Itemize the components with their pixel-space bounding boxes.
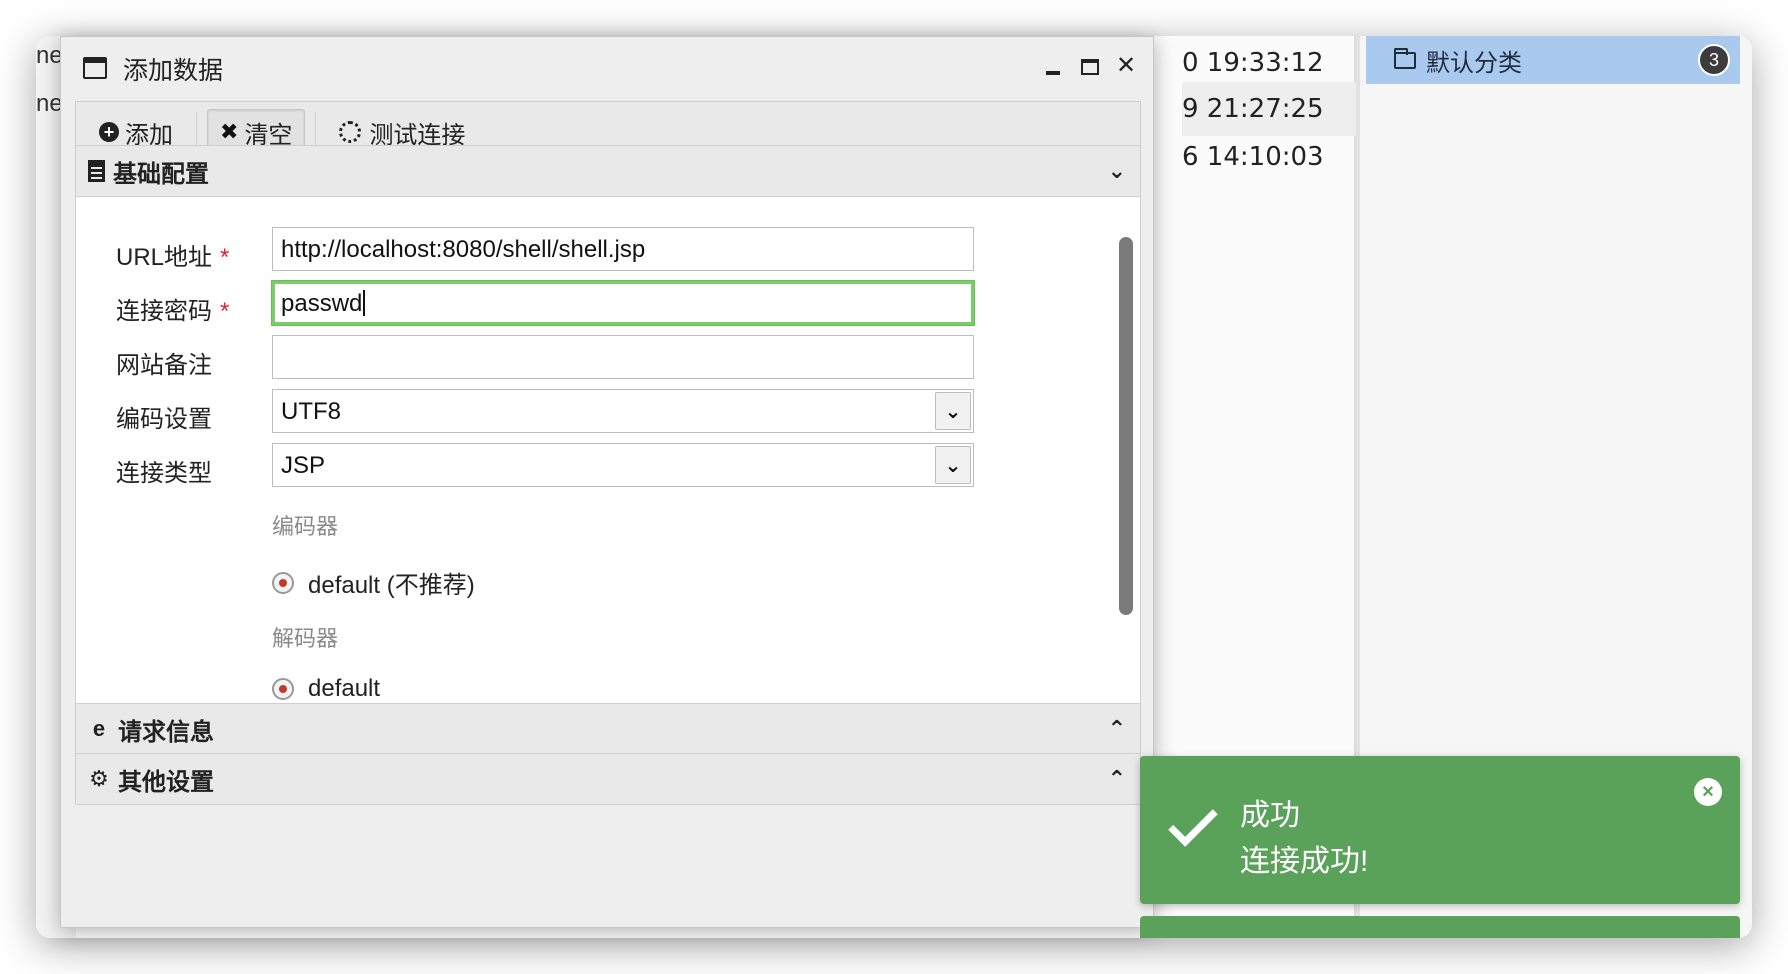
type-label: 连接类型 <box>116 460 212 487</box>
section-basic-label: 基础配置 <box>113 160 209 188</box>
encoder-option-default[interactable]: default (不推荐) <box>272 565 475 600</box>
close-icon: ✕ <box>1115 52 1137 79</box>
minimize-button[interactable] <box>1041 51 1067 81</box>
window-icon <box>83 57 107 79</box>
chevron-up-icon: ⌃ <box>1107 766 1126 791</box>
encoder-heading: 编码器 <box>272 514 339 539</box>
radio-selected-icon[interactable] <box>272 571 294 594</box>
basic-config-form: URL地址 * http://localhost:8080/shell/shell… <box>75 197 1141 703</box>
form-scrollbar[interactable] <box>1119 237 1133 615</box>
gears-icon: ⚙ <box>89 766 109 791</box>
note-label: 网站备注 <box>116 352 212 379</box>
note-row: 网站备注 <box>76 335 1076 381</box>
type-select[interactable]: JSP ⌄ <box>272 443 974 487</box>
spinner-icon <box>339 121 362 143</box>
checkmark-icon <box>1168 797 1218 847</box>
type-row: 连接类型 JSP ⌄ <box>76 443 1076 489</box>
close-icon[interactable]: × <box>1694 778 1722 806</box>
category-label: 默认分类 <box>1426 49 1522 77</box>
section-request-info[interactable]: e 请求信息 ⌃ <box>75 703 1141 755</box>
url-row: URL地址 * http://localhost:8080/shell/shell… <box>76 227 1076 273</box>
chevron-up-icon: ⌃ <box>1107 716 1126 741</box>
left-fragment-1: ne <box>36 42 63 69</box>
chevron-down-icon: ⌄ <box>1107 158 1126 183</box>
document-icon <box>88 160 105 182</box>
category-item-default[interactable]: 默认分类 3 <box>1366 36 1740 84</box>
add-data-dialog: 添加数据 ✕ + 添加 ✖ 清空 测试连接 基础配置 ⌄ URL地址 * http… <box>60 36 1154 928</box>
success-toast: 成功 连接成功! × <box>1140 756 1740 904</box>
dialog-titlebar[interactable]: 添加数据 ✕ <box>61 37 1153 99</box>
section-basic-config[interactable]: 基础配置 ⌄ <box>75 145 1141 197</box>
chevron-down-icon[interactable]: ⌄ <box>935 446 971 484</box>
edge-icon: e <box>92 716 106 741</box>
chevron-down-icon[interactable]: ⌄ <box>935 392 971 430</box>
close-button[interactable]: ✕ <box>1113 51 1139 81</box>
section-other-label: 其他设置 <box>118 768 214 796</box>
encoding-label: 编码设置 <box>116 406 212 433</box>
radio-selected-icon[interactable] <box>272 678 294 700</box>
toast-title: 成功 <box>1240 799 1300 832</box>
left-fragment-2: ne <box>36 90 63 117</box>
secondary-toast <box>1140 916 1740 938</box>
decoder-heading: 解码器 <box>272 626 339 651</box>
password-row: 连接密码 * passwd <box>76 281 1076 327</box>
encoding-select[interactable]: UTF8 ⌄ <box>272 389 974 433</box>
password-input[interactable]: passwd <box>272 281 974 325</box>
folder-icon <box>1394 47 1416 69</box>
time-cell[interactable]: 9 21:27:25 <box>1182 82 1356 136</box>
section-other-settings[interactable]: ⚙ 其他设置 ⌃ <box>75 753 1141 805</box>
time-cell[interactable]: 6 14:10:03 <box>1182 130 1356 184</box>
toast-message: 连接成功! <box>1240 845 1369 878</box>
url-label: URL地址 * <box>116 244 230 271</box>
dialog-title: 添加数据 <box>123 57 224 85</box>
encoding-row: 编码设置 UTF8 ⌄ <box>76 389 1076 435</box>
plus-circle-icon: + <box>99 122 119 142</box>
password-label: 连接密码 * <box>116 298 230 325</box>
note-input[interactable] <box>272 335 974 379</box>
category-count-badge: 3 <box>1698 44 1730 76</box>
url-input[interactable]: http://localhost:8080/shell/shell.jsp <box>272 227 974 271</box>
maximize-button[interactable] <box>1077 51 1103 81</box>
minimize-icon <box>1046 71 1060 75</box>
section-request-label: 请求信息 <box>118 718 214 746</box>
x-icon: ✖ <box>220 119 239 144</box>
decoder-option-default[interactable]: default <box>272 675 380 703</box>
maximize-icon <box>1081 59 1099 75</box>
